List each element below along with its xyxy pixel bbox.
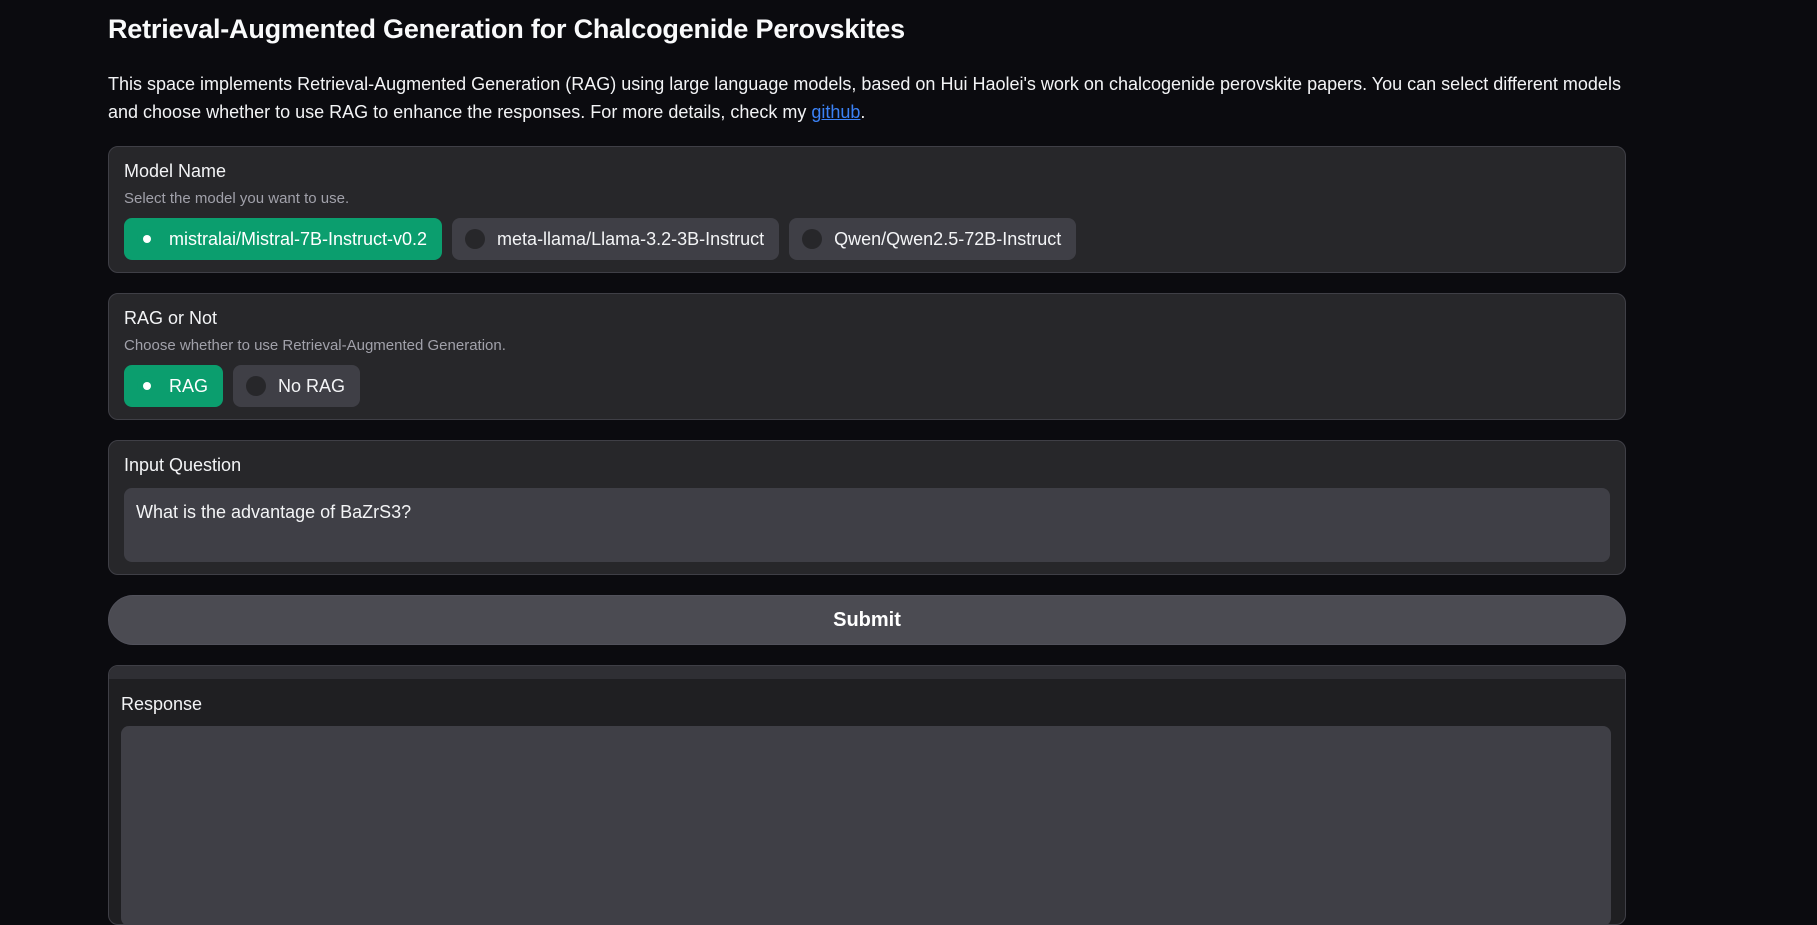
model-radio-options: mistralai/Mistral-7B-Instruct-v0.2 meta-…	[124, 218, 1077, 260]
model-option-label: Qwen/Qwen2.5-72B-Instruct	[834, 228, 1062, 249]
question-input[interactable]: What is the advantage of BaZrS3?	[124, 488, 1610, 562]
rag-option-label: RAG	[169, 375, 209, 396]
description-end: .	[860, 102, 866, 122]
input-question-group: Input Question What is the advantage of …	[108, 440, 1626, 575]
page-title: Retrieval-Augmented Generation for Chalc…	[108, 14, 905, 44]
model-option-llama[interactable]: meta-llama/Llama-3.2-3B-Instruct	[452, 218, 780, 260]
radio-checked-icon	[137, 376, 157, 396]
model-option-mistral[interactable]: mistralai/Mistral-7B-Instruct-v0.2	[124, 218, 443, 260]
rag-radio-options: RAG No RAG	[124, 365, 361, 407]
submit-button[interactable]: Submit	[108, 595, 1626, 645]
radio-unchecked-icon	[465, 229, 486, 249]
rag-option-rag[interactable]: RAG	[124, 365, 224, 407]
model-option-qwen[interactable]: Qwen/Qwen2.5-72B-Instruct	[789, 218, 1077, 260]
rag-info: Choose whether to use Retrieval-Augmente…	[124, 337, 506, 354]
rag-option-label: No RAG	[278, 375, 346, 396]
model-option-label: mistralai/Mistral-7B-Instruct-v0.2	[169, 228, 428, 249]
model-name-group: Model Name Select the model you want to …	[108, 146, 1626, 273]
response-output	[121, 726, 1611, 924]
rag-toggle-group: RAG or Not Choose whether to use Retriev…	[108, 293, 1626, 420]
model-name-label: Model Name	[124, 161, 227, 181]
response-group: Response	[108, 665, 1626, 925]
input-question-label: Input Question	[124, 455, 242, 475]
rag-option-no-rag[interactable]: No RAG	[233, 365, 361, 407]
github-link[interactable]: github	[811, 102, 860, 122]
radio-unchecked-icon	[802, 229, 823, 249]
radio-checked-icon	[137, 229, 157, 249]
response-label: Response	[121, 694, 203, 714]
model-name-info: Select the model you want to use.	[124, 190, 350, 207]
model-option-label: meta-llama/Llama-3.2-3B-Instruct	[497, 228, 765, 249]
page-description: This space implements Retrieval-Augmente…	[108, 70, 1628, 126]
response-header-bar	[109, 666, 1625, 679]
radio-unchecked-icon	[246, 376, 267, 396]
rag-label: RAG or Not	[124, 308, 218, 328]
